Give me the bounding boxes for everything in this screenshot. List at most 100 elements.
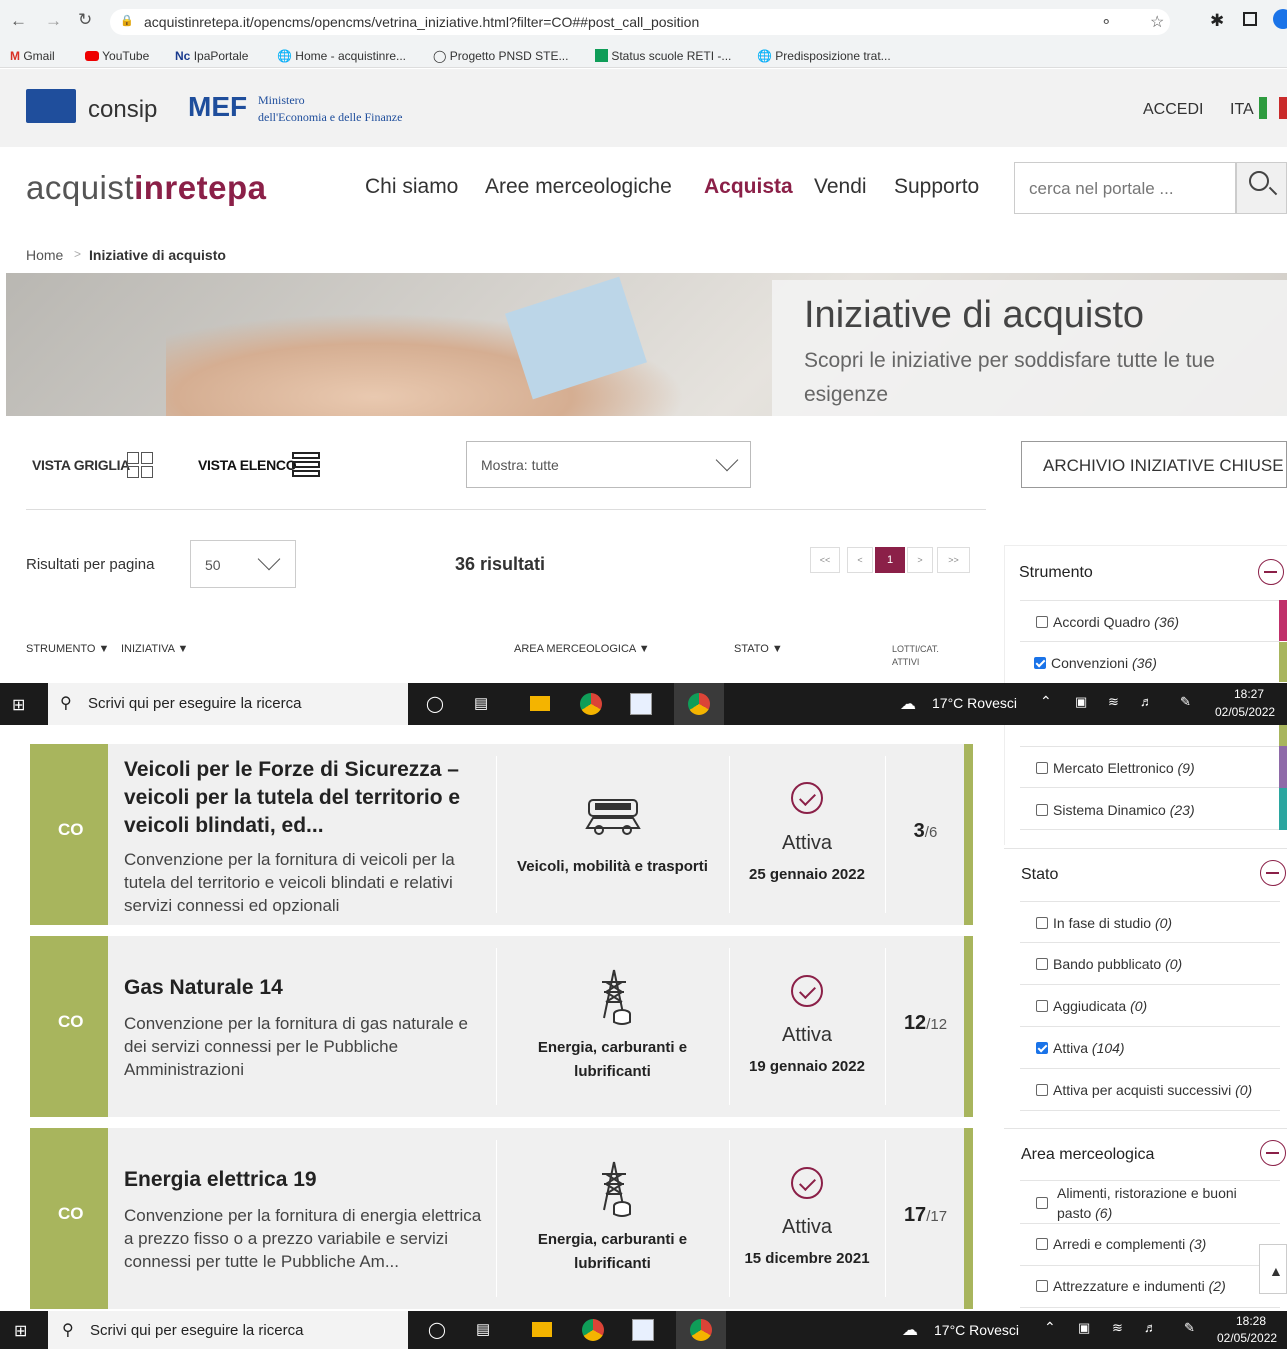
taskbar-search-bottom[interactable]: ⚲ Scrivi qui per eseguire la ricerca: [48, 1311, 408, 1349]
key-icon[interactable]: ⚬: [1100, 13, 1113, 31]
windows-start-icon[interactable]: ⊞: [12, 695, 25, 715]
bookmark-youtube[interactable]: YouTube: [85, 49, 149, 63]
nav-vendi[interactable]: Vendi: [814, 175, 867, 199]
nav-chi-siamo[interactable]: Chi siamo: [365, 175, 458, 199]
volume-icon[interactable]: ♬: [1140, 694, 1153, 709]
volume-icon[interactable]: ♬: [1144, 1320, 1157, 1335]
address-bar[interactable]: 🔒 acquistinretepa.it/opencms/opencms/vet…: [110, 9, 1170, 35]
filter-attrezzature[interactable]: Attrezzature e indumenti (2): [1020, 1266, 1280, 1308]
collapse-strumento-icon[interactable]: [1258, 559, 1284, 585]
filter-aggiudicata[interactable]: Aggiudicata (0): [1020, 985, 1280, 1027]
network-icon[interactable]: ▣: [1075, 694, 1087, 710]
column-area[interactable]: AREA MERCEOLOGICA ▼: [514, 643, 650, 655]
pen-icon[interactable]: ✎: [1180, 694, 1191, 710]
page-current[interactable]: 1: [875, 547, 905, 573]
clock-time[interactable]: 18:27: [1234, 687, 1264, 701]
extensions-icon[interactable]: ✱: [1210, 11, 1224, 31]
page-next[interactable]: >: [907, 547, 933, 573]
filter-sistema-dinamico[interactable]: Sistema Dinamico (23): [1020, 788, 1280, 830]
filter-accordi-quadro[interactable]: Accordi Quadro (36): [1020, 600, 1280, 642]
login-link[interactable]: ACCEDI: [1143, 101, 1203, 119]
weather-text[interactable]: 17°C Rovesci: [932, 695, 1017, 711]
filter-convenzioni[interactable]: Convenzioni (36): [1020, 642, 1280, 684]
bookmark-gmail[interactable]: M Gmail: [10, 49, 55, 63]
show-filter-select[interactable]: Mostra: tutte: [466, 441, 751, 488]
pen-icon[interactable]: ✎: [1184, 1320, 1195, 1336]
grid-view-label[interactable]: VISTA GRIGLIA: [32, 457, 130, 473]
result-row[interactable]: CO Veicoli per le Forze di Sicurezza – v…: [30, 744, 973, 925]
result-row[interactable]: CO Energia elettrica 19 Convenzione per …: [30, 1128, 973, 1309]
bookmark-status-scuole[interactable]: Status scuole RETI -...: [595, 49, 731, 63]
taskbar-search-top[interactable]: ⚲ Scrivi qui per eseguire la ricerca: [48, 683, 408, 725]
language-selector[interactable]: ITA: [1230, 101, 1254, 119]
chrome-icon[interactable]: [582, 1319, 604, 1341]
paint-icon[interactable]: [632, 1319, 654, 1341]
column-iniziativa[interactable]: INIZIATIVA ▼: [121, 643, 188, 655]
page-prev[interactable]: <: [847, 547, 873, 573]
tray-chevron-icon[interactable]: ⌃: [1040, 693, 1052, 710]
breadcrumb-home[interactable]: Home: [26, 247, 63, 263]
list-view-icon[interactable]: [292, 452, 320, 478]
initiative-title[interactable]: Gas Naturale 14: [124, 974, 484, 1002]
weather-text[interactable]: 17°C Rovesci: [934, 1322, 1019, 1338]
column-lotti[interactable]: LOTTI/CAT. ATTIVI: [892, 643, 939, 669]
consip-logo-text[interactable]: consip: [88, 96, 157, 124]
paint-icon[interactable]: [630, 693, 652, 715]
file-explorer-icon[interactable]: [532, 1322, 552, 1337]
filter-in-fase-di-studio[interactable]: In fase di studio (0): [1020, 901, 1280, 943]
bookmark-home-acquistinrete[interactable]: 🌐 Home - acquistinre...: [277, 49, 406, 63]
file-explorer-icon[interactable]: [530, 696, 550, 711]
collapse-stato-icon[interactable]: [1260, 860, 1286, 886]
scroll-to-top-button[interactable]: ▲: [1259, 1244, 1287, 1294]
filter-arredi[interactable]: Arredi e complementi (3): [1020, 1224, 1280, 1266]
acquistinretepa-logo[interactable]: acquistinretepa: [26, 169, 266, 207]
filter-attiva-acquisti-successivi[interactable]: Attiva per acquisti successivi (0): [1020, 1069, 1280, 1111]
nav-supporto[interactable]: Supporto: [894, 175, 979, 199]
forward-icon[interactable]: →: [45, 11, 62, 31]
search-button[interactable]: [1236, 162, 1287, 214]
cortana-icon[interactable]: ◯: [426, 694, 444, 714]
profile-avatar[interactable]: [1273, 9, 1287, 29]
archive-closed-button[interactable]: ARCHIVIO INIZIATIVE CHIUSE: [1021, 441, 1287, 488]
windows-start-icon[interactable]: ⊞: [14, 1321, 27, 1341]
nav-acquista[interactable]: Acquista: [704, 175, 793, 199]
filter-bando-pubblicato[interactable]: Bando pubblicato (0): [1020, 943, 1280, 985]
bookmark-ipaportale[interactable]: Nc IpaPortale: [175, 49, 248, 63]
task-view-icon[interactable]: ▤: [476, 1320, 490, 1338]
page-last[interactable]: >>: [937, 547, 970, 573]
collapse-area-icon[interactable]: [1260, 1140, 1286, 1166]
filter-mercato-elettronico[interactable]: Mercato Elettronico (9): [1020, 746, 1280, 788]
grid-view-icon[interactable]: [125, 452, 155, 478]
chrome-active-icon[interactable]: [676, 1311, 726, 1349]
reload-icon[interactable]: ↻: [78, 10, 92, 30]
clock-time[interactable]: 18:28: [1236, 1314, 1266, 1328]
tray-chevron-icon[interactable]: ⌃: [1044, 1319, 1056, 1336]
window-icon[interactable]: [1243, 12, 1257, 26]
list-view-label[interactable]: VISTA ELENCO: [198, 457, 297, 473]
result-row[interactable]: CO Gas Naturale 14 Convenzione per la fo…: [30, 936, 973, 1117]
nav-aree-merceologiche[interactable]: Aree merceologiche: [485, 175, 672, 199]
initiative-title[interactable]: Veicoli per le Forze di Sicurezza – veic…: [124, 756, 484, 840]
initiative-title[interactable]: Energia elettrica 19: [124, 1166, 484, 1194]
network-icon[interactable]: ▣: [1078, 1320, 1090, 1336]
bookmark-progetto-pnsd[interactable]: ◯ Progetto PNSD STE...: [433, 49, 568, 63]
per-page-select[interactable]: 50: [190, 540, 296, 588]
search-input[interactable]: cerca nel portale ...: [1014, 162, 1236, 214]
column-strumento[interactable]: STRUMENTO ▼: [26, 643, 109, 655]
chrome-icon[interactable]: [580, 693, 602, 715]
wifi-icon[interactable]: ≋: [1108, 694, 1119, 710]
back-icon[interactable]: ←: [10, 11, 27, 31]
column-stato[interactable]: STATO ▼: [734, 643, 783, 655]
bookmark-predisposizione[interactable]: 🌐 Predisposizione trat...: [757, 49, 891, 63]
filter-attiva[interactable]: Attiva (104): [1020, 1027, 1280, 1069]
mef-logo[interactable]: MEF: [188, 91, 247, 123]
chrome-active-icon[interactable]: [674, 683, 724, 725]
task-view-icon[interactable]: ▤: [474, 694, 488, 712]
wifi-icon[interactable]: ≋: [1112, 1320, 1123, 1336]
page-first[interactable]: <<: [810, 547, 840, 573]
cortana-icon[interactable]: ◯: [428, 1320, 446, 1340]
clock-date[interactable]: 02/05/2022: [1217, 1331, 1277, 1345]
filter-alimenti[interactable]: Alimenti, ristorazione e buoni pasto (6): [1020, 1180, 1280, 1224]
clock-date[interactable]: 02/05/2022: [1215, 705, 1275, 719]
bookmark-star-icon[interactable]: ☆: [1150, 12, 1164, 32]
